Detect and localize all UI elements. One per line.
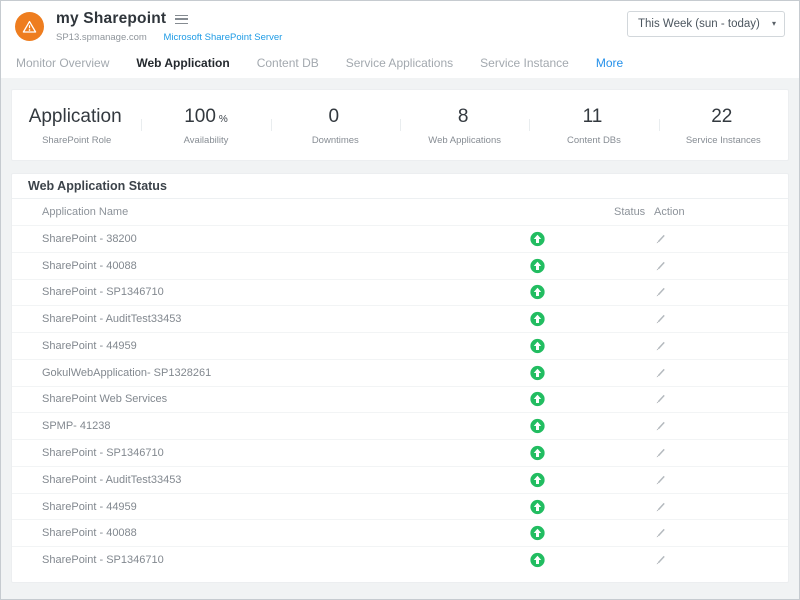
table-title: Web Application Status xyxy=(12,174,788,199)
status-up-icon xyxy=(530,312,545,327)
application-name: SharePoint - 44959 xyxy=(42,501,137,513)
edit-icon[interactable] xyxy=(654,554,667,567)
stat-service-instances: 22 Service Instances xyxy=(659,104,788,146)
application-name: SharePoint - AuditTest33453 xyxy=(42,313,181,325)
stat-label: SharePoint Role xyxy=(12,135,141,146)
status-up-icon xyxy=(530,338,545,353)
web-application-status-card: Web Application Status Application Name … xyxy=(11,173,789,583)
edit-icon[interactable] xyxy=(654,259,667,272)
application-name: SharePoint - 40088 xyxy=(42,527,137,539)
column-application-name: Application Name xyxy=(42,199,128,225)
table-row: SharePoint - SP1346710 xyxy=(12,439,788,466)
table-row: SharePoint - SP1346710 xyxy=(12,279,788,306)
edit-icon[interactable] xyxy=(654,447,667,460)
monitor-header: my Sharepoint SP13.spmanage.com Microsof… xyxy=(1,1,799,49)
stat-value: Application xyxy=(29,106,122,128)
table-body: SharePoint - 38200 xyxy=(12,225,788,573)
table-row: SharePoint - AuditTest33453 xyxy=(12,466,788,493)
table-header-row: Application Name Status Action xyxy=(12,199,788,225)
stat-label: Content DBs xyxy=(529,135,658,146)
table-row: SharePoint - 40088 xyxy=(12,519,788,546)
summary-stats-card: Application SharePoint Role 100% Availab… xyxy=(11,89,789,161)
status-up-icon xyxy=(530,526,545,541)
edit-icon[interactable] xyxy=(654,339,667,352)
edit-icon[interactable] xyxy=(654,500,667,513)
status-up-icon xyxy=(530,365,545,380)
status-up-icon xyxy=(530,285,545,300)
stat-downtimes: 0 Downtimes xyxy=(271,104,400,146)
edit-icon[interactable] xyxy=(654,313,667,326)
edit-icon[interactable] xyxy=(654,286,667,299)
status-up-icon xyxy=(530,258,545,273)
stat-content-dbs: 11 Content DBs xyxy=(529,104,658,146)
table-row: SharePoint - AuditTest33453 xyxy=(12,305,788,332)
stat-sharepoint-role: Application SharePoint Role xyxy=(12,104,141,146)
application-name: SharePoint - SP1346710 xyxy=(42,447,164,459)
stat-value: 11 xyxy=(583,106,603,128)
stat-availability: 100% Availability xyxy=(141,104,270,146)
edit-icon[interactable] xyxy=(654,232,667,245)
warning-triangle-icon xyxy=(15,12,44,41)
stat-label: Service Instances xyxy=(659,135,788,146)
edit-icon[interactable] xyxy=(654,527,667,540)
application-name: SharePoint Web Services xyxy=(42,393,167,405)
table-row: SharePoint - 44959 xyxy=(12,493,788,520)
application-name: SharePoint - 44959 xyxy=(42,340,137,352)
stat-label: Web Applications xyxy=(400,135,529,146)
stat-web-applications: 8 Web Applications xyxy=(400,104,529,146)
time-range-value: This Week (sun - today) xyxy=(638,18,760,30)
table-row: SharePoint Web Services xyxy=(12,386,788,413)
stat-label: Availability xyxy=(141,135,270,146)
application-name: SPMP- 41238 xyxy=(42,420,110,432)
stat-suffix: % xyxy=(219,114,228,125)
table-row: SharePoint - 38200 xyxy=(12,225,788,252)
application-name: SharePoint - AuditTest33453 xyxy=(42,474,181,486)
time-range-selector[interactable]: This Week (sun - today) ▾ xyxy=(627,11,785,37)
status-up-icon xyxy=(530,419,545,434)
caret-down-icon: ▾ xyxy=(772,12,776,36)
stat-value: 0 xyxy=(329,106,340,128)
table-row: SharePoint - SP1346710 xyxy=(12,546,788,573)
status-up-icon xyxy=(530,231,545,246)
status-up-icon xyxy=(530,446,545,461)
edit-icon[interactable] xyxy=(654,420,667,433)
application-name: SharePoint - 38200 xyxy=(42,233,137,245)
table-row: SPMP- 41238 xyxy=(12,412,788,439)
table-row: SharePoint - 40088 xyxy=(12,252,788,279)
edit-icon[interactable] xyxy=(654,366,667,379)
edit-icon[interactable] xyxy=(654,473,667,486)
status-up-icon xyxy=(530,472,545,487)
status-up-icon xyxy=(530,499,545,514)
hamburger-menu-icon[interactable] xyxy=(175,15,188,24)
table-row: SharePoint - 44959 xyxy=(12,332,788,359)
status-up-icon xyxy=(530,553,545,568)
application-name: SharePoint - 40088 xyxy=(42,260,137,272)
app-window: my Sharepoint SP13.spmanage.com Microsof… xyxy=(0,0,800,600)
server-type-link[interactable]: Microsoft SharePoint Server xyxy=(163,32,282,43)
monitor-title: my Sharepoint xyxy=(56,10,166,28)
application-name: SharePoint - SP1346710 xyxy=(42,554,164,566)
stat-label: Downtimes xyxy=(271,135,400,146)
table-row: GokulWebApplication- SP1328261 xyxy=(12,359,788,386)
content-area: Application SharePoint Role 100% Availab… xyxy=(1,78,799,599)
stat-value: 8 xyxy=(458,106,469,128)
status-up-icon xyxy=(530,392,545,407)
application-name: SharePoint - SP1346710 xyxy=(42,286,164,298)
column-status: Status xyxy=(614,199,645,225)
monitor-host: SP13.spmanage.com xyxy=(56,32,147,43)
column-action: Action xyxy=(654,199,685,225)
stat-value: 100 xyxy=(184,106,216,128)
edit-icon[interactable] xyxy=(654,393,667,406)
application-name: GokulWebApplication- SP1328261 xyxy=(42,367,211,379)
stat-value: 22 xyxy=(711,106,732,128)
